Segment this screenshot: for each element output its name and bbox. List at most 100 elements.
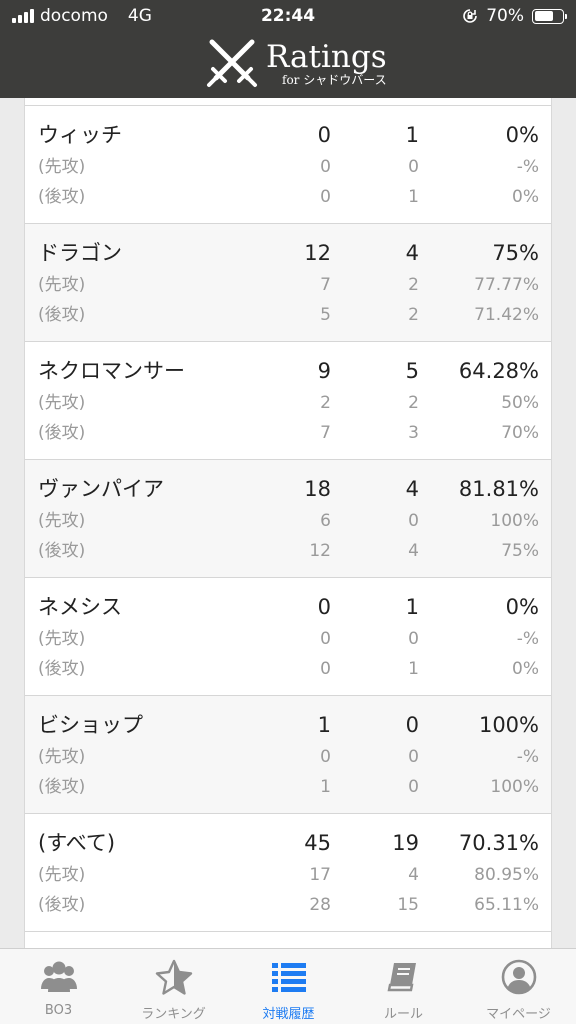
win-count: 12: [309, 541, 331, 561]
win-count: 0: [320, 157, 331, 177]
row-label: (先攻): [38, 629, 86, 649]
second-turn-row: (後攻) 5 2 71.42%: [25, 300, 551, 330]
class-stats-group: ネメシス 0 1 0% (先攻) 0 0 -% (後攻) 0 1 0%: [25, 577, 551, 695]
win-rate: 71.42%: [474, 305, 539, 325]
win-count: 0: [320, 187, 331, 207]
win-count: 0: [317, 123, 331, 147]
row-label: (先攻): [38, 511, 86, 531]
win-count: 12: [304, 241, 331, 265]
win-count: 0: [320, 659, 331, 679]
row-label: ネメシス: [38, 595, 122, 619]
tab-mypage[interactable]: マイページ: [461, 949, 576, 1024]
next-section-edge: [25, 931, 551, 948]
crossed-swords-icon: [207, 39, 257, 87]
row-label: ビショップ: [38, 713, 143, 737]
win-count: 45: [304, 831, 331, 855]
loss-count: 0: [405, 713, 419, 737]
win-rate: 64.28%: [458, 359, 539, 383]
loss-count: 0: [408, 511, 419, 531]
class-stats-group: ヴァンパイア 18 4 81.81% (先攻) 6 0 100% (後攻) 12 4 75%: [25, 459, 551, 577]
win-count: 7: [320, 275, 331, 295]
row-label: (先攻): [38, 275, 86, 295]
class-stats-group: ビショップ 1 0 100% (先攻) 0 0 -% (後攻) 1 0 100%: [25, 695, 551, 813]
win-rate: 77.77%: [474, 275, 539, 295]
loss-count: 0: [408, 747, 419, 767]
win-count: 7: [320, 423, 331, 443]
row-label: (先攻): [38, 747, 86, 767]
loss-count: 5: [405, 359, 419, 383]
win-rate: 100%: [490, 511, 539, 531]
win-rate: 100%: [490, 777, 539, 797]
battery-icon: [532, 8, 567, 24]
row-label: ヴァンパイア: [38, 477, 164, 501]
tab-rules[interactable]: ルール: [346, 949, 461, 1024]
app-logo: Ratings for シャドウバース: [204, 36, 387, 92]
class-total-row: (すべて) 45 19 70.31%: [25, 828, 551, 858]
first-turn-row: (先攻) 0 0 -%: [25, 742, 551, 772]
first-turn-row: (先攻) 0 0 -%: [25, 152, 551, 182]
win-rate: -%: [516, 747, 539, 767]
loss-count: 2: [408, 305, 419, 325]
class-total-row: ドラゴン 12 4 75%: [25, 238, 551, 268]
loss-count: 19: [392, 831, 419, 855]
second-turn-row: (後攻) 0 1 0%: [25, 654, 551, 684]
tab-ranking[interactable]: ランキング: [116, 949, 231, 1024]
battery-percent: 70%: [486, 6, 524, 26]
tab-history[interactable]: 対戦履歴: [231, 949, 346, 1024]
win-count: 18: [304, 477, 331, 501]
win-rate: 100%: [478, 713, 539, 737]
row-label: (後攻): [38, 541, 86, 561]
tab-bo3[interactable]: BO3: [1, 949, 116, 1024]
first-turn-row: (先攻) 2 2 50%: [25, 388, 551, 418]
tab-label: 対戦履歴: [262, 1007, 315, 1022]
row-label: (後攻): [38, 305, 86, 325]
loss-count: 1: [405, 123, 419, 147]
class-stats-group: ドラゴン 12 4 75% (先攻) 7 2 77.77% (後攻) 5 2 71.42%: [25, 223, 551, 341]
tab-label: マイページ: [486, 1007, 551, 1022]
app-subtitle: for シャドウバース: [282, 72, 387, 87]
second-turn-row: (後攻) 1 0 100%: [25, 772, 551, 802]
list-icon: [269, 959, 309, 995]
loss-count: 1: [408, 187, 419, 207]
loss-count: 4: [408, 541, 419, 561]
row-label: (先攻): [38, 157, 86, 177]
win-rate: -%: [516, 157, 539, 177]
win-count: 17: [309, 865, 331, 885]
win-rate: 70%: [501, 423, 539, 443]
row-label: (先攻): [38, 393, 86, 413]
class-stats-group: (すべて) 45 19 70.31% (先攻) 17 4 80.95% (後攻) 28 15 65.1…: [25, 813, 551, 931]
tab-label: BO3: [44, 1003, 73, 1018]
win-rate: 75%: [501, 541, 539, 561]
first-turn-row: (先攻) 7 2 77.77%: [25, 270, 551, 300]
first-turn-row: (先攻) 0 0 -%: [25, 624, 551, 654]
stats-list[interactable]: ウィッチ 0 1 0% (先攻) 0 0 -% (後攻) 0 1 0% ドラゴン 12 4 75% (先攻) 7 2…: [24, 98, 552, 948]
win-count: 28: [309, 895, 331, 915]
win-rate: 65.11%: [474, 895, 539, 915]
star-icon: [154, 959, 194, 995]
win-rate: 0%: [512, 187, 539, 207]
user-icon: [499, 959, 539, 995]
win-count: 0: [317, 595, 331, 619]
loss-count: 2: [408, 393, 419, 413]
class-total-row: ネメシス 0 1 0%: [25, 592, 551, 622]
first-turn-row: (先攻) 6 0 100%: [25, 506, 551, 536]
row-label: ネクロマンサー: [38, 359, 185, 383]
tab-label: ランキング: [141, 1007, 206, 1022]
row-label: (すべて): [38, 831, 116, 855]
class-total-row: ネクロマンサー 9 5 64.28%: [25, 356, 551, 386]
loss-count: 0: [408, 777, 419, 797]
group-icon: [39, 959, 79, 995]
loss-count: 4: [405, 477, 419, 501]
win-count: 6: [320, 511, 331, 531]
win-rate: 50%: [501, 393, 539, 413]
orientation-lock-icon: [463, 9, 478, 23]
app-header: docomo 4G 22:44 70% Ratings for シャドウバース: [0, 0, 576, 98]
class-stats-group: ウィッチ 0 1 0% (先攻) 0 0 -% (後攻) 0 1 0%: [25, 105, 551, 223]
class-stats-group: ネクロマンサー 9 5 64.28% (先攻) 2 2 50% (後攻) 7 3 70%: [25, 341, 551, 459]
loss-count: 1: [405, 595, 419, 619]
row-label: (先攻): [38, 865, 86, 885]
app-title: Ratings: [266, 38, 387, 75]
win-rate: -%: [516, 629, 539, 649]
class-total-row: ヴァンパイア 18 4 81.81%: [25, 474, 551, 504]
book-icon: [384, 959, 424, 995]
